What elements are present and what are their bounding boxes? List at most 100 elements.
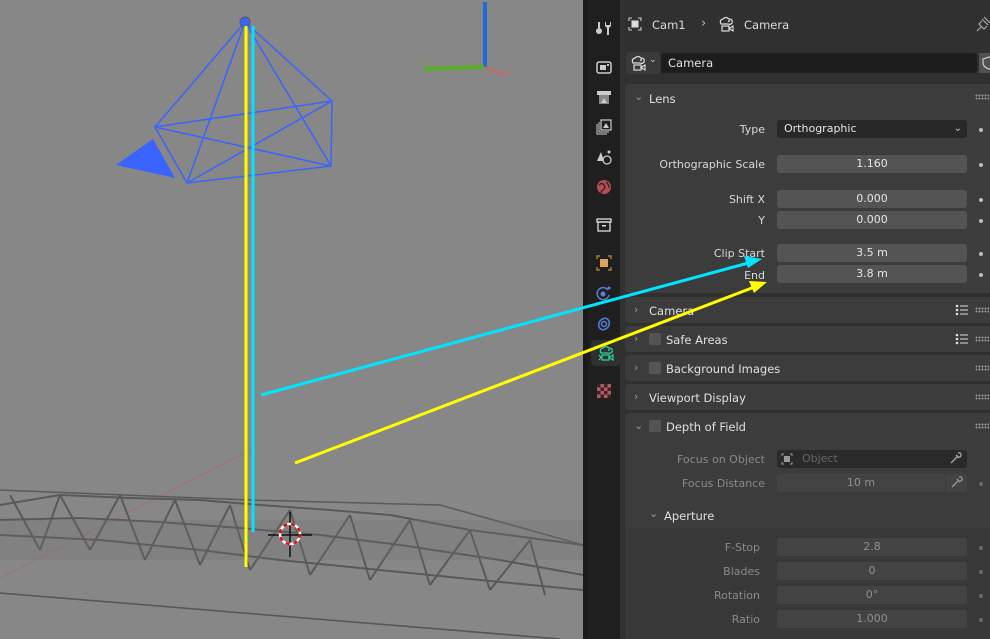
render-icon (596, 61, 612, 74)
clip-end-field[interactable]: 3.8 m (777, 265, 967, 283)
presets-list-icon[interactable] (955, 333, 969, 345)
background-images-checkbox[interactable] (649, 362, 661, 374)
aperture-header[interactable]: ⌄ Aperture (625, 502, 990, 528)
blades-field[interactable]: 0 (777, 562, 967, 580)
chevron-right-icon: › (634, 390, 639, 403)
type-dropdown[interactable]: Orthographic ⌄ (777, 120, 967, 138)
focus-object-placeholder: Object (802, 452, 838, 465)
clip-end-label: End (744, 269, 765, 282)
keyframe-dot[interactable] (979, 252, 983, 256)
presets-list-icon[interactable] (955, 304, 969, 316)
clip-start-label: Clip Start (713, 247, 765, 260)
keyframe-dot[interactable] (979, 570, 983, 574)
view-layer-icon (596, 119, 612, 135)
datablock-browse-button[interactable]: ⌄ (626, 52, 660, 74)
gizmo-x-label: X (507, 67, 513, 76)
shield-icon (982, 56, 990, 70)
tab-render[interactable] (591, 53, 617, 79)
collection-icon (596, 218, 612, 232)
properties-editor: Cam1 › Camera ⌄ Camera ⌄ Lens Type Ortho… (620, 0, 990, 639)
ratio-field[interactable]: 1.000 (777, 610, 967, 628)
keyframe-dot[interactable] (979, 482, 983, 486)
drag-grip-icon[interactable] (975, 94, 989, 100)
fstop-field[interactable]: 2.8 (777, 538, 967, 556)
texture-icon (597, 384, 611, 398)
ortho-scale-field[interactable]: 1.160 (777, 155, 967, 173)
shift-x-field[interactable]: 0.000 (777, 190, 967, 208)
rotation-label: Rotation (713, 589, 760, 602)
tab-physics[interactable] (591, 280, 617, 306)
fake-user-button[interactable] (979, 53, 990, 73)
chevron-down-icon[interactable]: ⌄ (634, 90, 643, 103)
shift-y-label: Y (758, 214, 765, 227)
focus-object-label: Focus on Object (677, 453, 765, 466)
scene-icon (597, 150, 612, 165)
keyframe-dot[interactable] (979, 128, 983, 132)
safe-areas-checkbox[interactable] (649, 333, 661, 345)
keyframe-dot[interactable] (979, 198, 983, 202)
pin-icon[interactable] (976, 16, 990, 32)
focus-distance-field[interactable]: 10 m (777, 474, 945, 492)
focus-distance-eyedropper[interactable] (946, 474, 967, 492)
tab-output[interactable] (591, 84, 617, 110)
camera-data-icon (598, 345, 614, 361)
shift-y-field[interactable]: 0.000 (777, 211, 967, 229)
tab-scene[interactable] (591, 144, 617, 170)
chevron-down-icon: ⌄ (649, 507, 659, 520)
eyedropper-icon (951, 476, 963, 488)
chevron-right-icon: › (634, 303, 639, 316)
tab-view-layer[interactable] (591, 114, 617, 140)
drag-grip-icon[interactable] (975, 423, 989, 429)
properties-tabs (588, 0, 620, 639)
tab-camera-data[interactable] (591, 340, 620, 366)
camera-data-icon (719, 16, 734, 32)
tab-object[interactable] (591, 250, 617, 276)
breadcrumb-data: Camera (744, 18, 790, 32)
drag-grip-icon[interactable] (975, 307, 989, 313)
drag-grip-icon[interactable] (975, 394, 989, 400)
datablock-name-field[interactable]: Camera (661, 53, 977, 73)
keyframe-dot[interactable] (979, 273, 983, 277)
chevron-down-icon[interactable]: ⌄ (634, 419, 643, 432)
drag-grip-icon[interactable] (975, 336, 989, 342)
rotation-field[interactable]: 0° (777, 586, 967, 604)
background-images-panel[interactable]: › Background Images (625, 355, 990, 381)
viewport-display-title: Viewport Display (649, 391, 746, 405)
fstop-label: F-Stop (724, 541, 760, 554)
focus-object-field[interactable]: Object (777, 450, 967, 468)
keyframe-dot[interactable] (979, 546, 983, 550)
tab-world[interactable] (591, 174, 617, 200)
drag-grip-icon[interactable] (975, 365, 989, 371)
lens-panel-title[interactable]: Lens (649, 92, 676, 106)
clip-start-field[interactable]: 3.5 m (777, 244, 967, 262)
tab-constraints[interactable] (591, 310, 617, 336)
camera-origin (239, 16, 251, 28)
camera-panel[interactable]: › Camera (625, 297, 990, 323)
object-icon (596, 255, 612, 271)
camera-data-icon (631, 55, 646, 71)
keyframe-dot[interactable] (979, 594, 983, 598)
eyedropper-icon[interactable] (949, 452, 962, 465)
shift-x-label: Shift X (728, 193, 765, 206)
breadcrumb-chevron-icon: › (701, 16, 707, 31)
tab-texture[interactable] (591, 378, 617, 404)
world-icon (597, 180, 611, 194)
physics-icon (596, 286, 611, 301)
keyframe-dot[interactable] (979, 618, 983, 622)
breadcrumb-object: Cam1 (652, 18, 686, 32)
blades-label: Blades (723, 565, 760, 578)
chevron-right-icon: › (634, 361, 639, 374)
background-images-title: Background Images (666, 362, 781, 376)
tab-tool[interactable] (591, 15, 617, 41)
tab-collection[interactable] (591, 212, 617, 238)
aperture-subpanel: ⌄ Aperture F-Stop 2.8 Blades 0 Rotation … (625, 502, 990, 639)
depth-of-field-title[interactable]: Depth of Field (666, 420, 746, 434)
depth-of-field-checkbox[interactable] (649, 420, 661, 432)
keyframe-dot[interactable] (979, 219, 983, 223)
floor-edge (0, 592, 561, 639)
viewport-display-panel[interactable]: › Viewport Display (625, 384, 990, 410)
type-label: Type (739, 123, 765, 136)
keyframe-dot[interactable] (979, 163, 983, 167)
safe-areas-panel[interactable]: › Safe Areas (625, 326, 990, 352)
3d-viewport[interactable]: Y X (0, 0, 583, 639)
